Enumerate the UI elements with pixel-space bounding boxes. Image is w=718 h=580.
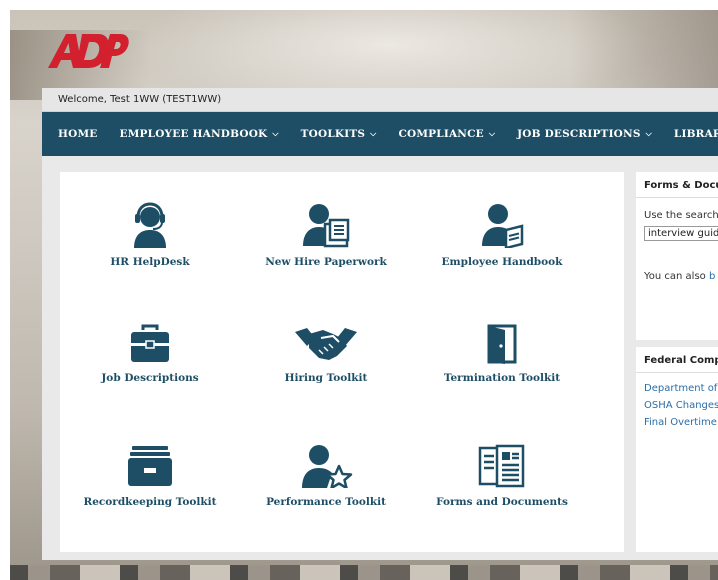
nav-employee-handbook[interactable]: EMPLOYEE HANDBOOK ⌵ bbox=[120, 128, 279, 140]
tile-label: New Hire Paperwork bbox=[265, 256, 387, 268]
headset-person-icon bbox=[134, 202, 166, 248]
tile-performance-toolkit[interactable]: Performance Toolkit bbox=[236, 444, 416, 534]
forms-panel-browse-link[interactable]: b bbox=[709, 271, 715, 282]
nav-library[interactable]: LIBRARY ⌵ bbox=[674, 128, 718, 140]
tile-label: Hiring Toolkit bbox=[284, 372, 368, 384]
chevron-down-icon: ⌵ bbox=[272, 129, 279, 138]
forms-documents-panel: Forms & Docu Use the search You can also… bbox=[636, 172, 718, 340]
main-nav: HOME EMPLOYEE HANDBOOK ⌵ TOOLKITS ⌵ COMP… bbox=[42, 112, 718, 156]
documents-icon bbox=[478, 444, 525, 488]
tile-hiring-toolkit[interactable]: Hiring Toolkit bbox=[236, 324, 416, 414]
person-book-icon bbox=[482, 204, 524, 248]
nav-home-label: HOME bbox=[58, 128, 98, 140]
tile-new-hire-paperwork[interactable]: New Hire Paperwork bbox=[236, 202, 416, 292]
background-photo-right bbox=[570, 10, 718, 100]
tile-label: Employee Handbook bbox=[441, 256, 563, 268]
federal-compliance-panel: Federal Comp Department of OSHA Changes … bbox=[636, 347, 718, 552]
tile-job-descriptions[interactable]: Job Descriptions bbox=[60, 324, 240, 414]
tile-recordkeeping-toolkit[interactable]: Recordkeeping Toolkit bbox=[60, 444, 240, 534]
door-icon bbox=[487, 324, 517, 364]
adp-logo[interactable] bbox=[46, 30, 130, 72]
handshake-icon bbox=[295, 328, 357, 360]
forms-panel-browse-prefix: You can also bbox=[644, 271, 709, 282]
tile-label: Recordkeeping Toolkit bbox=[83, 496, 217, 508]
tile-label: HR HelpDesk bbox=[110, 256, 190, 268]
federal-link-overtime[interactable]: Final Overtime bbox=[636, 417, 718, 428]
nav-home[interactable]: HOME bbox=[58, 128, 98, 140]
tile-label: Termination Toolkit bbox=[443, 372, 561, 384]
nav-library-label: LIBRARY bbox=[673, 128, 718, 140]
forms-panel-title: Forms & Docu bbox=[636, 172, 718, 198]
tile-label: Performance Toolkit bbox=[266, 496, 386, 508]
nav-compliance-label: COMPLIANCE bbox=[398, 128, 484, 140]
federal-link-osha[interactable]: OSHA Changes bbox=[636, 400, 718, 411]
nav-job-descriptions[interactable]: JOB DESCRIPTIONS ⌵ bbox=[517, 128, 652, 140]
federal-link-department[interactable]: Department of bbox=[636, 383, 718, 394]
nav-employee-handbook-label: EMPLOYEE HANDBOOK bbox=[119, 128, 268, 140]
nav-job-descriptions-label: JOB DESCRIPTIONS bbox=[517, 128, 641, 140]
background-photo-bottom bbox=[10, 565, 718, 580]
federal-links-list: Department of OSHA Changes Final Overtim… bbox=[636, 383, 718, 428]
forms-search-input[interactable] bbox=[644, 226, 718, 241]
chevron-down-icon: ⌵ bbox=[488, 129, 496, 138]
nav-toolkits-label: TOOLKITS bbox=[300, 128, 366, 140]
file-drawer-icon bbox=[128, 446, 172, 486]
tile-forms-and-documents[interactable]: Forms and Documents bbox=[412, 444, 592, 534]
tile-termination-toolkit[interactable]: Termination Toolkit bbox=[412, 324, 592, 414]
quick-links-panel: HR HelpDesk New Hire Paperwork Employee … bbox=[60, 172, 624, 552]
tile-hr-helpdesk[interactable]: HR HelpDesk bbox=[60, 202, 240, 292]
nav-toolkits[interactable]: TOOLKITS ⌵ bbox=[301, 128, 377, 140]
federal-panel-title: Federal Comp bbox=[636, 347, 718, 373]
forms-panel-browse-text: You can also b bbox=[636, 271, 718, 282]
tile-employee-handbook[interactable]: Employee Handbook bbox=[412, 202, 592, 292]
chevron-down-icon: ⌵ bbox=[645, 129, 652, 138]
welcome-bar: Welcome, Test 1WW (TEST1WW) bbox=[42, 88, 718, 112]
welcome-text: Welcome, Test 1WW (TEST1WW) bbox=[58, 94, 222, 105]
chevron-down-icon: ⌵ bbox=[370, 129, 377, 138]
person-star-icon bbox=[302, 445, 353, 488]
tile-label: Job Descriptions bbox=[101, 372, 199, 384]
person-document-icon bbox=[303, 204, 350, 248]
toolbox-icon bbox=[131, 324, 169, 362]
nav-compliance[interactable]: COMPLIANCE ⌵ bbox=[398, 128, 495, 140]
forms-panel-instruction: Use the search bbox=[644, 210, 718, 221]
tile-label: Forms and Documents bbox=[436, 496, 568, 508]
